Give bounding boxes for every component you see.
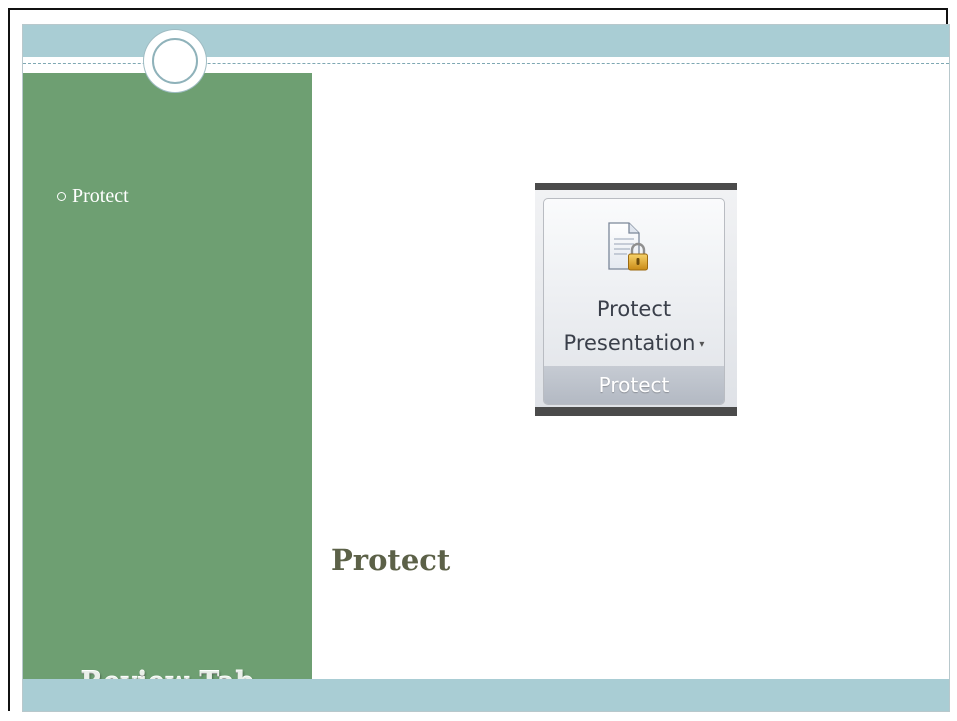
ribbon-screenshot: Protect Presentation ▾ Protect [535,183,737,416]
side-panel: Protect Review Tab [23,73,312,698]
bullet-circle-icon [57,192,66,201]
circle-ornament [144,30,206,92]
button-label-text: Presentation [563,331,696,355]
ribbon-group-protect: Protect Presentation ▾ Protect [543,198,725,405]
bullet-list: Protect [57,185,129,208]
chevron-down-icon: ▾ [699,338,705,350]
button-label-line2: Presentation ▾ [546,331,722,355]
bottom-band [23,679,949,711]
protect-presentation-button[interactable]: Protect Presentation ▾ [546,201,722,365]
slide-heading: Protect [331,543,451,577]
button-label-line1: Protect [596,297,672,321]
bullet-text: Protect [72,185,129,207]
ribbon-group-label: Protect [544,366,724,404]
slide: Protect Review Tab Protect [22,24,950,712]
bullet-item: Protect [57,185,129,208]
document-lock-icon [608,222,648,271]
ribbon-background: Protect Presentation ▾ Protect [535,190,737,407]
